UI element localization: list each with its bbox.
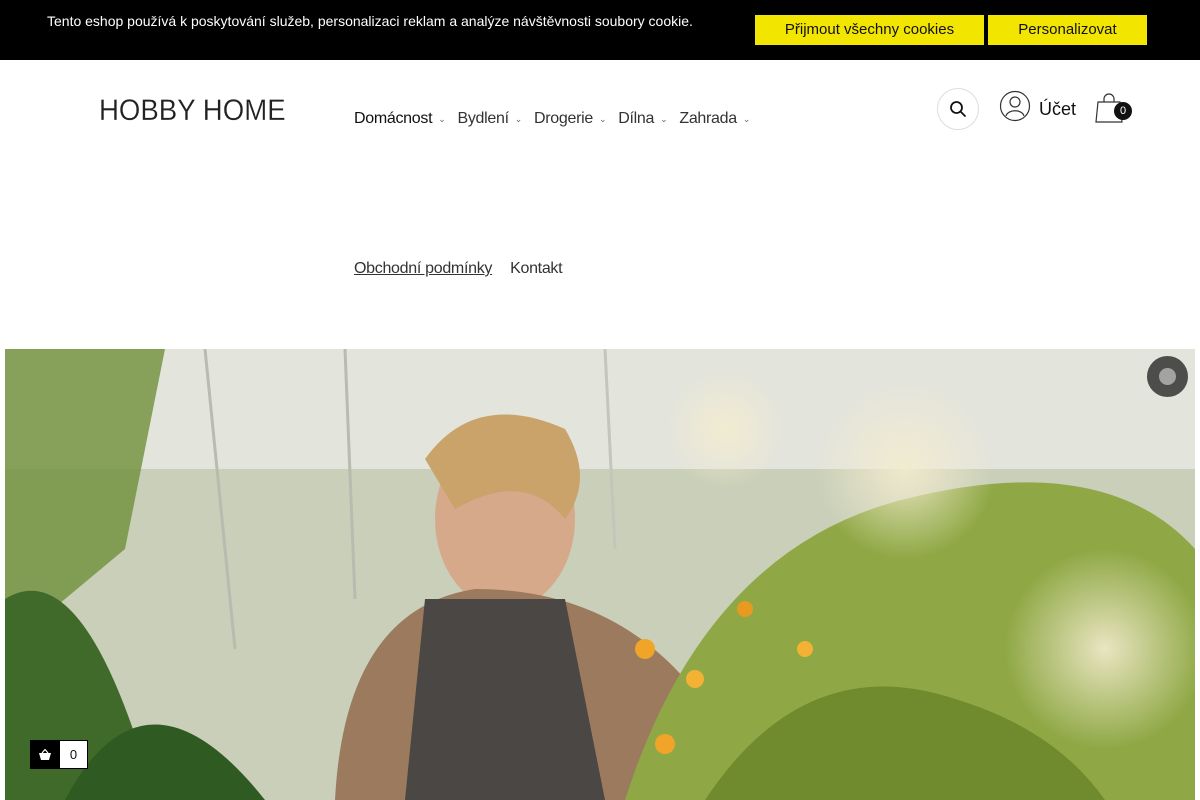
nav-item-label: Zahrada	[679, 110, 737, 127]
main-nav: Domácnost ⌄ Bydlení ⌄ Drogerie ⌄ Dílna ⌄…	[354, 110, 762, 128]
hero-toggle-button[interactable]	[1147, 356, 1188, 397]
floating-cart-count: 0	[60, 741, 87, 768]
nav-item-drogerie[interactable]: Drogerie ⌄	[534, 110, 607, 128]
chevron-down-icon: ⌄	[438, 113, 446, 124]
nav-item-label: Bydlení	[457, 110, 509, 127]
chevron-down-icon: ⌄	[742, 113, 751, 124]
chevron-down-icon: ⌄	[514, 113, 523, 124]
hero-banner	[5, 349, 1195, 800]
account-link[interactable]: Účet	[999, 90, 1076, 122]
accept-cookies-button[interactable]: Přijmout všechny cookies	[755, 15, 984, 45]
nav-item-dilna[interactable]: Dílna ⌄	[618, 110, 667, 128]
account-label: Účet	[1039, 98, 1077, 119]
hero-photo	[5, 349, 1195, 800]
nav-item-label: Domácnost	[354, 110, 433, 127]
search-button[interactable]	[937, 88, 979, 130]
contact-link[interactable]: Kontakt	[510, 260, 562, 278]
cart-count-badge: 0	[1114, 102, 1132, 120]
chevron-down-icon: ⌄	[660, 113, 668, 124]
cookie-message: Tento eshop používá k poskytování služeb…	[47, 13, 693, 29]
nav-item-label: Drogerie	[534, 110, 593, 127]
search-icon	[950, 101, 966, 117]
chevron-down-icon: ⌄	[598, 113, 607, 124]
site-logo[interactable]: HOBBY HOME	[99, 94, 286, 128]
secondary-nav: Obchodní podmínky Kontakt	[354, 260, 563, 278]
nav-item-label: Dílna	[618, 110, 655, 127]
user-icon	[999, 90, 1031, 122]
basket-icon	[30, 740, 59, 769]
cart-button[interactable]: 0	[1094, 92, 1134, 126]
terms-link[interactable]: Obchodní podmínky	[354, 260, 492, 278]
personalize-cookies-button[interactable]: Personalizovat	[988, 15, 1147, 45]
cookie-bar: Tento eshop používá k poskytování služeb…	[0, 0, 1200, 60]
nav-item-bydleni[interactable]: Bydlení ⌄	[457, 110, 522, 128]
nav-item-domacnost[interactable]: Domácnost ⌄	[354, 110, 446, 128]
floating-cart-button[interactable]: 0	[30, 740, 88, 769]
nav-item-zahrada[interactable]: Zahrada ⌄	[679, 110, 750, 128]
